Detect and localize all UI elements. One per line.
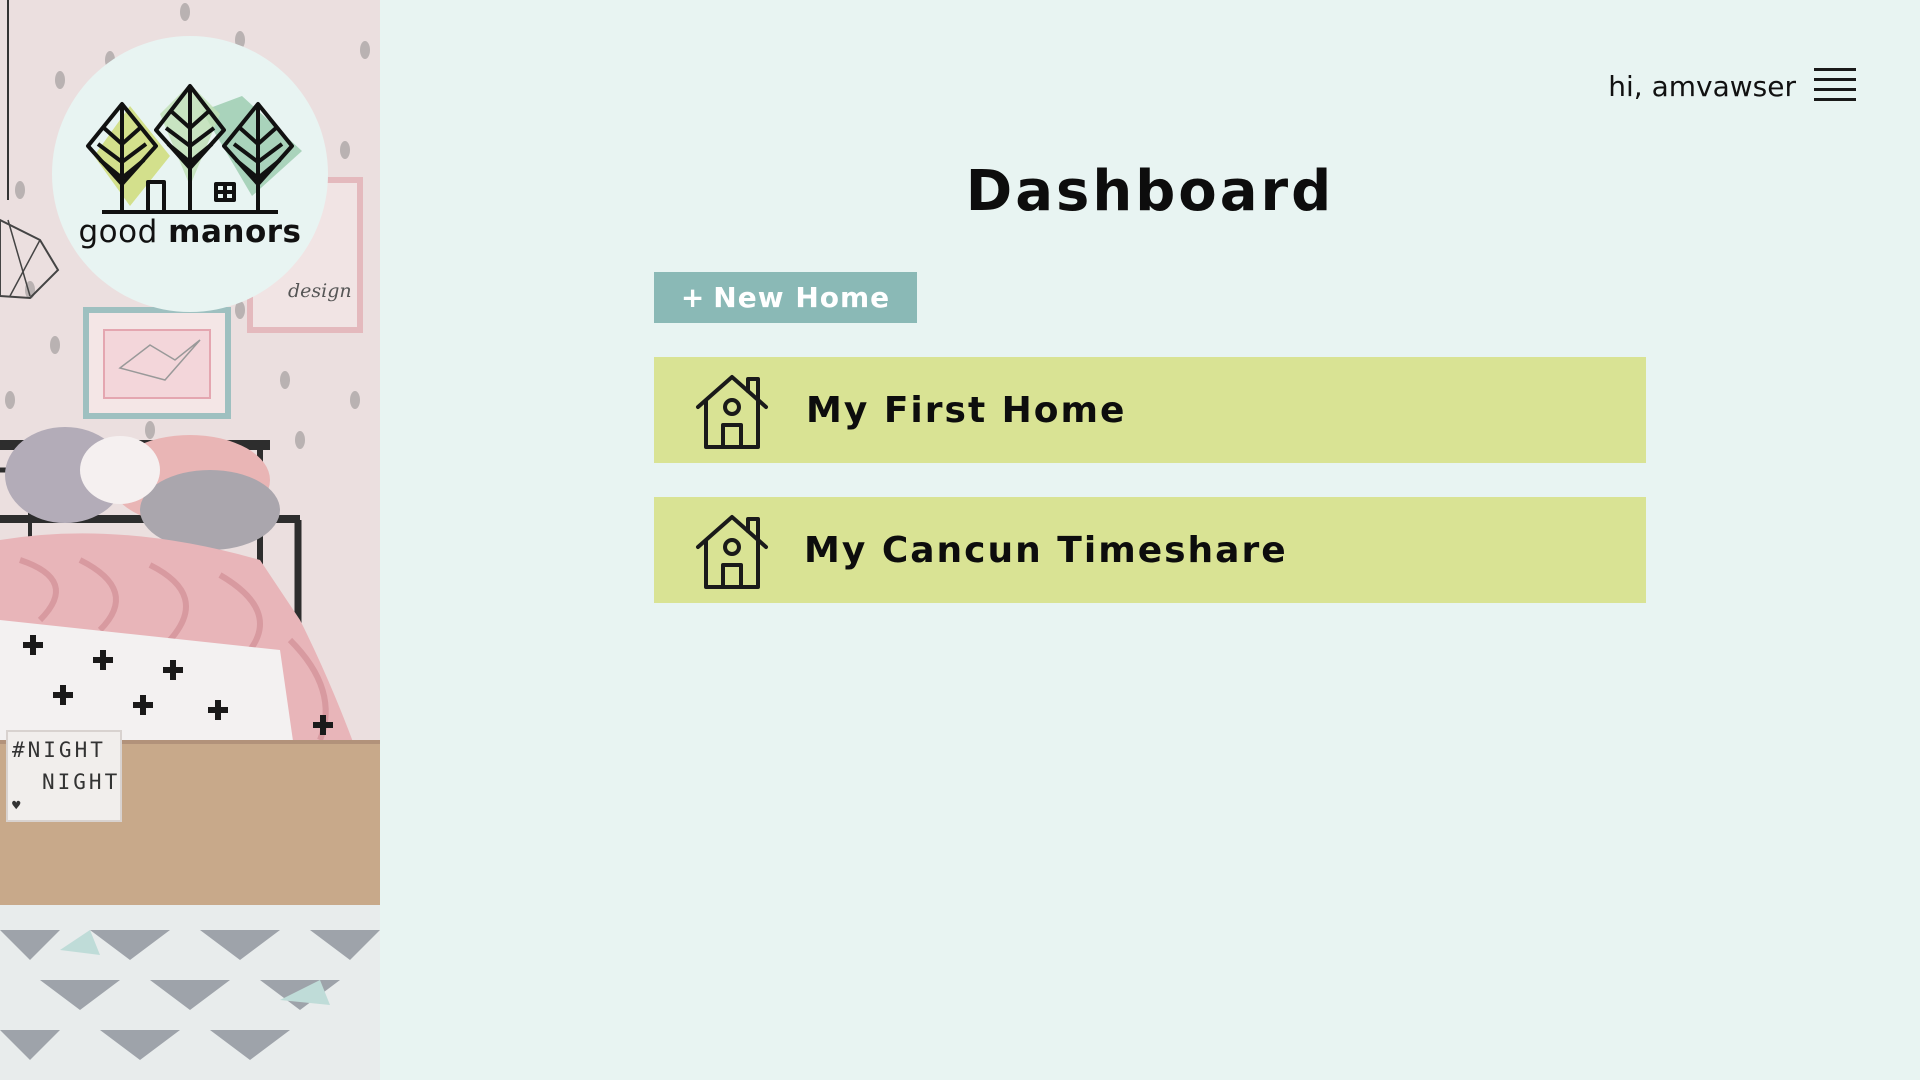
brand-logo[interactable]: good manors (52, 36, 328, 312)
brand-name-bold: manors (168, 214, 302, 250)
hamburger-menu-icon[interactable] (1814, 66, 1856, 102)
app-root: design #NIGHT NIGHT ♥ good manors hi, am… (0, 0, 1920, 1080)
home-card[interactable]: My Cancun Timeshare (654, 497, 1646, 603)
user-greeting: hi, amvawser (1608, 70, 1796, 103)
plus-icon: + (680, 281, 706, 314)
night-lightbox: #NIGHT NIGHT ♥ (6, 730, 122, 822)
menu-line-1 (1814, 68, 1856, 71)
three-trees-house-icon (86, 84, 302, 214)
menu-line-3 (1814, 88, 1856, 91)
lightbox-line-2: NIGHT (42, 770, 121, 794)
new-home-label: New Home (713, 281, 891, 314)
home-list: My First Home My Cancun Timeshare (654, 357, 1646, 637)
brand-name: good manors (52, 214, 328, 250)
page-title: Dashboard (965, 159, 1335, 224)
menu-line-2 (1814, 78, 1856, 81)
home-card[interactable]: My First Home (654, 357, 1646, 463)
home-name: My First Home (806, 389, 1127, 431)
house-icon (696, 375, 768, 449)
lightbox-heart-icon: ♥ (12, 798, 21, 814)
home-name: My Cancun Timeshare (804, 529, 1288, 571)
lightbox-line-1: #NIGHT (12, 738, 106, 762)
house-icon (696, 515, 768, 589)
menu-line-4 (1814, 98, 1856, 101)
new-home-button[interactable]: + New Home (654, 272, 917, 323)
brand-name-light: good (78, 214, 169, 250)
bedroom-photo: design #NIGHT NIGHT ♥ good manors (0, 0, 380, 1080)
